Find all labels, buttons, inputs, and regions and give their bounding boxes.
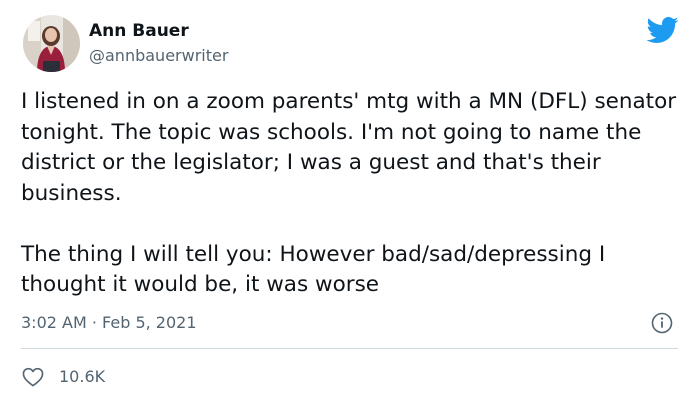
tweet-text: I listened in on a zoom parents' mtg wit… <box>21 87 691 301</box>
divider <box>21 348 678 349</box>
twitter-bird-icon[interactable] <box>645 16 679 44</box>
like-count: 10.6K <box>59 367 106 386</box>
info-icon[interactable] <box>651 312 673 334</box>
heart-icon[interactable] <box>22 367 44 387</box>
like-button[interactable]: 10.6K <box>22 365 105 389</box>
user-avatar-photo <box>23 15 80 72</box>
author-name[interactable]: Ann Bauer <box>89 20 189 42</box>
tweet-paragraph: I listened in on a zoom parents' mtg wit… <box>21 89 677 206</box>
author-handle[interactable]: @annbauerwriter <box>89 45 228 67</box>
avatar[interactable] <box>23 15 80 72</box>
tweet-paragraph: The thing I will tell you: However bad/s… <box>21 241 606 298</box>
tweet-timestamp[interactable]: 3:02 AM · Feb 5, 2021 <box>21 312 197 334</box>
tweet-card: Ann Bauer @annbauerwriter I listened in … <box>0 0 700 402</box>
